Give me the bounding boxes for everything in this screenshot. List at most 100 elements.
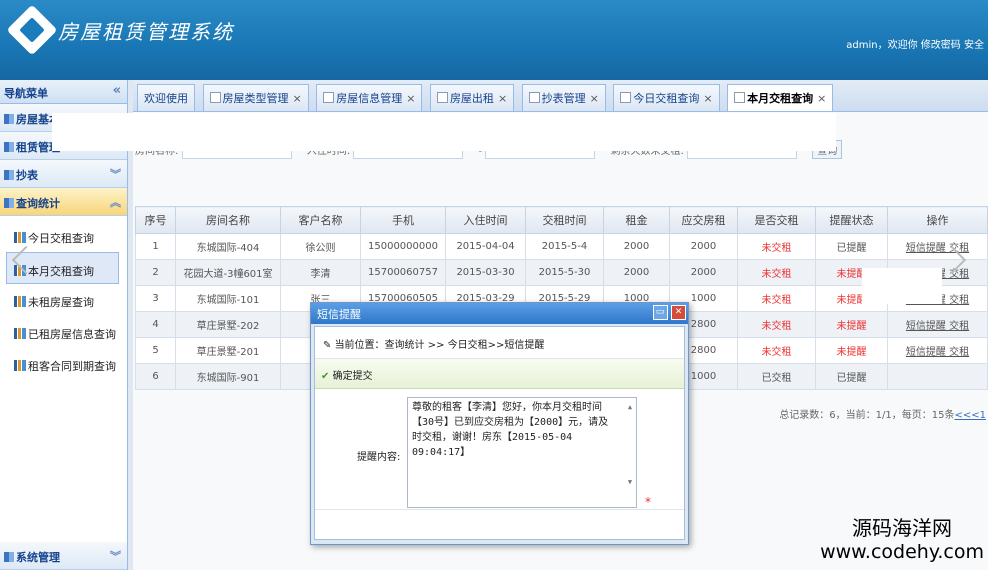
cell-paid-status: 未交租	[737, 285, 816, 312]
tab-house-info[interactable]: 房屋信息管理 ×	[316, 84, 423, 111]
cell-due: 2000	[669, 233, 738, 260]
column-header: 房间名称	[175, 206, 281, 234]
cell-paid-status: 未交租	[737, 233, 816, 260]
tab-strip: 欢迎使用 房屋类型管理 × 房屋信息管理 × 房屋出租 × 抄表管理 × 今日交租查询 ×…	[133, 80, 988, 112]
minimize-icon[interactable]: ▭	[652, 305, 668, 320]
cell-remind-status: 已提醒	[815, 363, 888, 390]
cell-paid-status: 未交租	[737, 259, 816, 286]
confirm-submit-button[interactable]: 确定提交	[333, 371, 373, 382]
pin-icon: ✎	[323, 340, 335, 351]
cell-rent-date: 2015-5-30	[525, 259, 604, 286]
cell-house: 东城国际-901	[175, 363, 281, 390]
tab-month-rent[interactable]: 本月交租查询 ×	[727, 84, 834, 111]
row-actions[interactable]	[887, 363, 988, 390]
document-icon	[436, 92, 448, 103]
tab-welcome[interactable]: 欢迎使用	[137, 84, 195, 111]
sidebar-title-text: 导航菜单	[4, 87, 48, 100]
sidebar-item-contract-expiry[interactable]: 租客合同到期查询	[0, 348, 127, 380]
chevron-up-icon[interactable]: ︽	[110, 194, 121, 210]
tab-label: 今日交租查询	[633, 92, 700, 105]
books-icon	[14, 360, 26, 371]
dialog-breadcrumb: ✎ 当前位置：查询统计 >> 今日交租>>短信提醒	[315, 327, 684, 359]
sidebar-item-label: 今日交租查询	[28, 232, 94, 245]
sidebar-item-label: 已租房屋信息查询	[28, 328, 116, 341]
cell-house: 东城国际-404	[175, 233, 281, 260]
cell-remind-status: 已提醒	[815, 233, 888, 260]
dialog-titlebar: 短信提醒 ▭ ✕	[311, 303, 688, 324]
pager-first-link[interactable]: <<<1	[955, 410, 987, 421]
sidebar-group-query[interactable]: 查询统计 ︽	[0, 188, 127, 216]
tab-today-rent[interactable]: 今日交租查询 ×	[613, 84, 720, 111]
close-tab-icon[interactable]: ×	[293, 92, 302, 105]
document-icon	[528, 92, 540, 103]
tab-meter[interactable]: 抄表管理 ×	[521, 84, 606, 111]
user-links[interactable]: admin，欢迎你 修改密码 安全	[846, 36, 984, 51]
tab-label: 欢迎使用	[144, 92, 188, 105]
group-icon	[4, 170, 14, 180]
app-title: 房屋租赁管理系统	[58, 20, 234, 44]
cell-due: 2000	[669, 259, 738, 286]
close-tab-icon[interactable]: ×	[498, 92, 507, 105]
group-icon	[4, 114, 14, 124]
group-icon	[4, 142, 14, 152]
row-actions[interactable]: 短信提醒 交租	[887, 337, 988, 364]
sidebar-item-label: 本月交租查询	[28, 265, 94, 278]
books-icon	[14, 296, 26, 307]
sidebar-group-meter[interactable]: 抄表 ︾	[0, 160, 127, 188]
sidebar: 导航菜单 « 房屋基本信息× 租赁管理︾ 抄表︾ 查询统计︽ 今日交租查询 本月…	[0, 80, 128, 570]
tab-house-type[interactable]: 房屋类型管理 ×	[202, 84, 309, 111]
sidebar-item-rented[interactable]: 已租房屋信息查询	[0, 316, 127, 348]
cell-phone: 15700060757	[360, 259, 446, 286]
dialog-toolbar: ✔ 确定提交	[315, 359, 684, 389]
textarea-scrollbar[interactable]: ▲ ▼	[626, 400, 634, 505]
books-icon	[620, 92, 632, 103]
close-tab-icon[interactable]: ×	[817, 92, 826, 105]
close-icon[interactable]: ✕	[671, 305, 686, 320]
cell-paid-status: 未交租	[737, 337, 816, 364]
close-tab-icon[interactable]: ×	[590, 92, 599, 105]
tab-label: 本月交租查询	[747, 92, 814, 105]
close-tab-icon[interactable]: ×	[703, 92, 712, 105]
column-header: 序号	[135, 206, 176, 234]
cell-rent-date: 2015-5-4	[525, 233, 604, 260]
table-header-row: 序号 房间名称 客户名称 手机 入住时间 交租时间 租金 应交房租 是否交租 提…	[135, 206, 988, 234]
books-icon	[734, 92, 746, 103]
app-header: 房屋租赁管理系统 admin，欢迎你 修改密码 安全	[0, 0, 988, 80]
sidebar-item-label: 租客合同到期查询	[28, 360, 116, 373]
sidebar-item-vacant[interactable]: 未租房屋查询	[0, 284, 127, 316]
sidebar-item-today-rent[interactable]: 今日交租查询	[0, 220, 127, 252]
table-row: 1 东城国际-404 徐公则 15000000000 2015-04-04 2015-5-…	[135, 233, 988, 260]
table-row: 2 花园大道-3幢601室 李清 15700060757 2015-03-30 2015-…	[135, 259, 988, 286]
chevron-down-icon[interactable]: ︾	[110, 166, 121, 182]
dialog-window-buttons: ▭ ✕	[652, 305, 686, 320]
sidebar-title: 导航菜单 «	[0, 80, 127, 104]
sidebar-group-system[interactable]: 系统管理 ︾	[0, 542, 127, 570]
cell-checkin: 2015-04-04	[445, 233, 526, 260]
dialog-breadcrumb-text: 当前位置：查询统计 >> 今日交租>>短信提醒	[334, 340, 545, 351]
required-marker: *	[645, 495, 651, 509]
tab-label: 房屋出租	[449, 92, 494, 105]
column-header: 操作	[887, 206, 988, 234]
dialog-footer	[315, 509, 684, 539]
close-tab-icon[interactable]: ×	[406, 92, 415, 105]
dialog-title: 短信提醒	[317, 308, 361, 321]
row-actions[interactable]: 短信提醒 交租	[887, 233, 988, 260]
group-icon	[4, 552, 14, 562]
chevron-down-icon[interactable]: ︾	[110, 548, 121, 564]
tab-house-rent[interactable]: 房屋出租 ×	[429, 84, 515, 111]
cell-index: 5	[135, 337, 176, 364]
column-header: 客户名称	[280, 206, 361, 234]
cell-house: 草庄景墅-201	[175, 337, 281, 364]
pager-summary: 总记录数：6，当前：1/1，每页：15条	[779, 410, 955, 421]
check-icon: ✔	[321, 371, 330, 382]
collapse-sidebar-icon[interactable]: «	[113, 83, 121, 98]
watermark-line-2: www.codehy.com	[820, 541, 984, 563]
message-textarea[interactable]: 尊敬的租客【李清】您好，你本月交租时间【30号】已到应交房租为【2000】元，请…	[407, 397, 637, 508]
cell-paid-status: 未交租	[737, 311, 816, 338]
message-text: 尊敬的租客【李清】您好，你本月交租时间【30号】已到应交房租为【2000】元，请…	[412, 402, 609, 458]
row-actions[interactable]: 短信提醒 交租	[887, 311, 988, 338]
message-label: 提醒内容:	[357, 452, 401, 463]
dialog-body: ✎ 当前位置：查询统计 >> 今日交租>>短信提醒 ✔ 确定提交 提醒内容: 尊…	[314, 326, 685, 540]
cell-house: 东城国际-101	[175, 285, 281, 312]
cell-index: 3	[135, 285, 176, 312]
